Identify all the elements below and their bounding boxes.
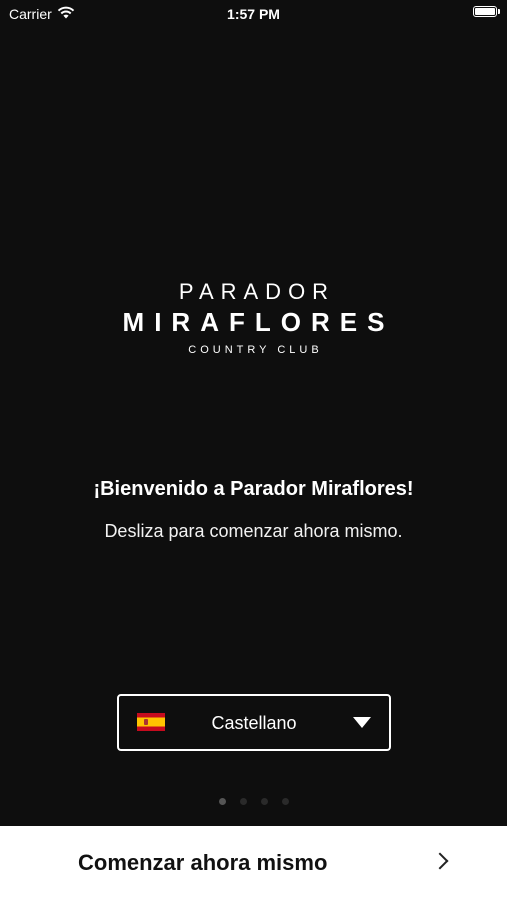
start-now-button[interactable]: Comenzar ahora mismo	[0, 826, 507, 900]
logo-line-miraflores: MIRAFLORES	[122, 307, 395, 337]
status-time: 1:57 PM	[227, 6, 280, 22]
chevron-right-icon	[431, 852, 449, 870]
page-indicator	[0, 798, 507, 805]
logo-line-parador: PARADOR	[178, 279, 336, 304]
brand-logo: PARADOR MIRAFLORES COUNTRY CLUB	[0, 278, 507, 359]
status-bar: Carrier 1:57 PM	[0, 0, 507, 28]
caret-down-icon	[353, 717, 371, 728]
battery-icon	[473, 6, 500, 17]
page-dot[interactable]	[218, 798, 226, 805]
status-right	[473, 6, 500, 17]
page-dot[interactable]	[260, 798, 268, 805]
page-dot[interactable]	[239, 798, 247, 805]
page-dot[interactable]	[281, 798, 289, 805]
language-selector[interactable]: Castellano	[117, 694, 391, 751]
welcome-subtitle: Desliza para comenzar ahora mismo.	[104, 521, 403, 541]
start-now-label: Comenzar ahora mismo	[78, 850, 328, 875]
language-label: Castellano	[211, 713, 297, 733]
logo-line-country-club: COUNTRY CLUB	[188, 344, 323, 356]
welcome-title: ¡Bienvenido a Parador Miraflores!	[93, 478, 414, 500]
